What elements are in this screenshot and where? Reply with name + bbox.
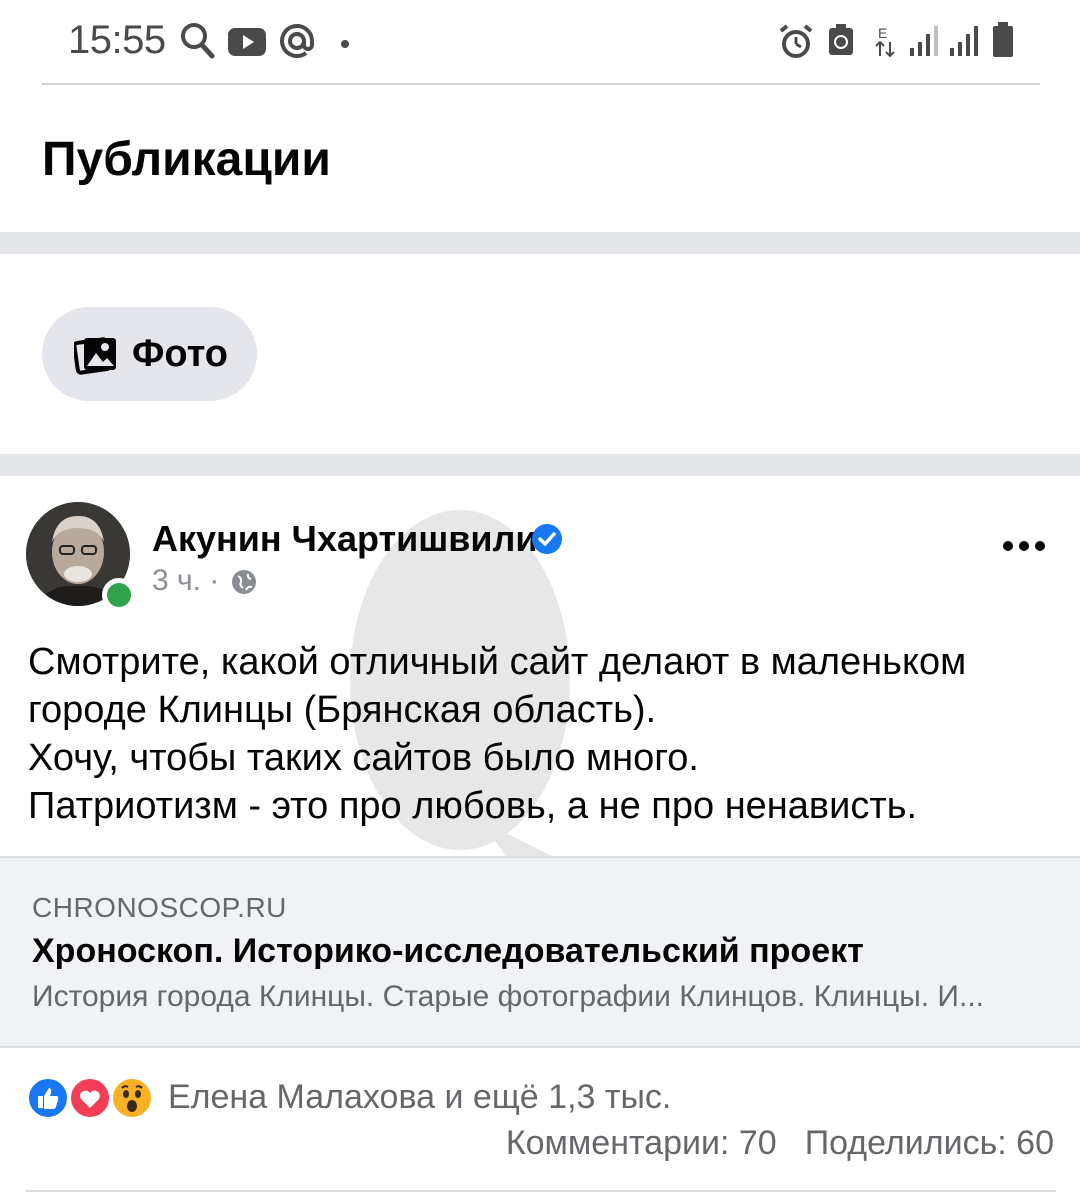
status-bar: 15:55 E [0,0,1080,84]
shares-count[interactable]: Поделились: 60 [805,1124,1054,1162]
alarm-icon [778,24,814,65]
youtube-icon [228,28,266,61]
post-text: Смотрите, какой отличный сайт делают в м… [28,638,1058,830]
love-icon [68,1076,112,1120]
photo-icon [72,335,118,380]
dot-icon [340,36,350,54]
status-divider [42,83,1040,85]
separator [0,454,1080,476]
photo-filter-label: Фото [132,333,229,375]
reactions-summary[interactable]: Елена Малахова и ещё 1,3 тыс. [168,1078,671,1117]
at-icon [278,22,316,65]
author-name[interactable]: Акунин Чхартишвили [152,518,538,560]
photo-filter-button[interactable]: Фото [42,307,257,401]
post-text-line: Смотрите, какой отличный сайт делают в м… [28,641,967,683]
more-options-button[interactable] [998,526,1050,566]
online-indicator [102,578,136,612]
divider [26,1190,1056,1192]
post-time[interactable]: 3 ч. · [152,564,219,598]
post-text-line: городе Клинцы (Брянская область). [28,689,657,731]
post-text-line: Хочу, чтобы таких сайтов было много. [28,737,699,779]
engagement-counts: Комментарии: 70 Поделились: 60 [506,1124,1054,1163]
separator [0,232,1080,254]
like-icon [26,1076,70,1120]
reactions-icons[interactable] [26,1076,158,1122]
svg-text:E: E [878,25,887,41]
link-description: История города Клинцы. Старые фотографии… [32,980,984,1013]
link-domain: CHRONOSCOP.RU [32,892,287,923]
post-text-line: Патриотизм - это про любовь, а не про не… [28,785,918,827]
recycle-icon [828,24,854,61]
search-icon [180,22,216,67]
verified-badge-icon [530,522,564,561]
signal-icon [950,26,980,61]
battery-icon [992,22,1014,63]
wow-icon [110,1076,154,1120]
comments-count[interactable]: Комментарии: 70 [506,1124,777,1162]
signal-icon [910,26,940,61]
link-title: Хроноскоп. Историко-исследовательский пр… [32,932,864,970]
status-time: 15:55 [68,18,166,62]
network-e-icon: E [874,24,896,63]
page-title: Публикации [42,133,331,186]
globe-icon [230,568,258,601]
